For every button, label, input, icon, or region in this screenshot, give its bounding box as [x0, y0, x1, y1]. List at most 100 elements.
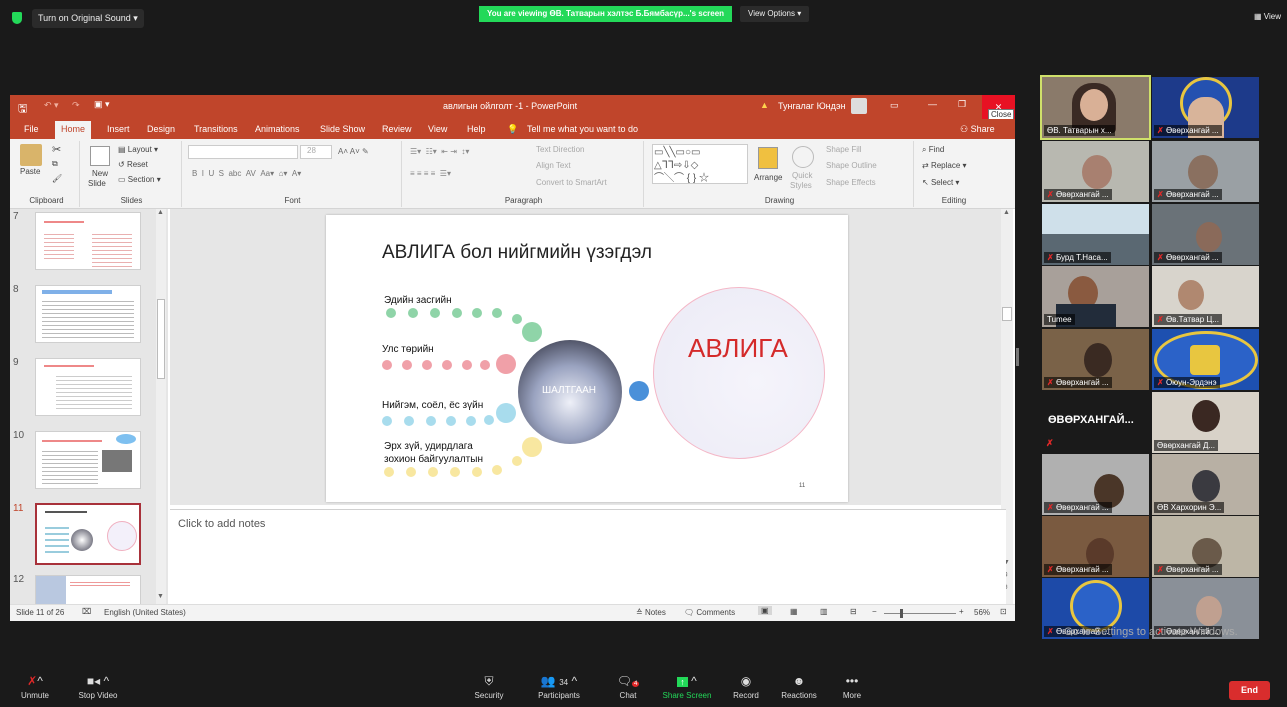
align-icons[interactable]: ≡ ≡ ≡ ≡ ☰▾ — [410, 169, 451, 178]
tab-transitions[interactable]: Transitions — [194, 124, 238, 134]
unmute-button[interactable]: ✗^ Unmute — [14, 674, 56, 700]
shape-effects-button[interactable]: Shape Effects — [826, 178, 876, 187]
zoom-in-icon[interactable]: + — [959, 607, 964, 616]
list-icons[interactable]: ☰▾ ☷▾ ⇤ ⇥ ↕▾ — [410, 147, 469, 156]
more-button[interactable]: ••• More — [838, 674, 866, 700]
participant-tile[interactable]: Tumee — [1042, 266, 1149, 327]
select-button[interactable]: ↖ Select ▾ — [922, 178, 959, 187]
shapes-gallery[interactable]: ▭╲╲▭○▭ △ᒣᒣ⇨⇩◇ ⌒╲⌒ { } ☆ — [652, 144, 748, 184]
reset-button[interactable]: ↺ Reset — [118, 160, 148, 169]
participant-tile[interactable]: ✗ Өвөрхангай ... — [1152, 204, 1259, 265]
tab-insert[interactable]: Insert — [107, 124, 130, 134]
security-button[interactable]: ⛨ Security — [470, 674, 508, 700]
minimize-icon[interactable]: — — [928, 99, 937, 109]
maximize-icon[interactable]: ❐ — [958, 99, 966, 110]
scroll-up-icon[interactable]: ▲ — [157, 209, 164, 216]
slide-thumbnail-active[interactable] — [35, 503, 141, 565]
font-grow-icon[interactable]: A˄ A˅ ✎ — [338, 147, 369, 156]
participant-tile[interactable]: ✗ Өвөрхангай ... — [1042, 329, 1149, 390]
share-button[interactable]: ⚇ Share — [960, 124, 995, 135]
format-painter-icon[interactable]: 🖌 — [52, 174, 62, 183]
participant-tile[interactable]: Өвөрхангай Д... — [1152, 392, 1259, 453]
slide-thumbnail[interactable] — [35, 285, 141, 343]
tab-review[interactable]: Review — [382, 124, 412, 134]
copy-icon[interactable]: ⧉ — [52, 159, 58, 169]
tab-slide-show[interactable]: Slide Show — [320, 124, 365, 134]
tell-me-input[interactable]: Tell me what you want to do — [527, 124, 638, 134]
section-button[interactable]: ▭ Section ▾ — [118, 175, 161, 184]
cause-social[interactable]: Нийгэм, соёл, ёс зүйн — [382, 400, 483, 411]
new-slide-button[interactable]: Slide — [88, 179, 106, 188]
tab-file[interactable]: File — [24, 124, 39, 134]
view-button[interactable]: ▦ View — [1254, 12, 1281, 21]
slide-sorter-icon[interactable]: ▦ — [790, 607, 798, 616]
spellcheck-icon[interactable]: ⌧ — [82, 607, 91, 616]
stop-video-button[interactable]: ■◂ ^ Stop Video — [74, 674, 122, 700]
cause-label[interactable]: ШАЛТГААН — [542, 385, 596, 396]
cause-legal-2[interactable]: зохион байгуулалтын — [384, 454, 483, 465]
undo-icon[interactable]: ↶ ▾ — [44, 100, 59, 111]
font-format-icons[interactable]: B I U S abc AV Aa▾ ⌂▾ A▾ — [192, 169, 301, 178]
language-status[interactable]: English (United States) — [104, 608, 186, 617]
slide-thumbnails[interactable]: 7 8 9 10 11 12 — [10, 209, 168, 604]
arrange-icon[interactable] — [758, 147, 778, 169]
end-meeting-button[interactable]: End — [1229, 681, 1270, 700]
participant-tile[interactable]: ✗ Өвөрхангай ... — [1152, 516, 1259, 577]
zoom-out-icon[interactable]: − — [872, 607, 877, 616]
scroll-down-icon[interactable]: ▼ — [157, 593, 164, 600]
replace-button[interactable]: ⇄ Replace ▾ — [922, 161, 967, 170]
corruption-circle[interactable] — [653, 287, 825, 459]
participant-tile[interactable]: ✗ Өвөрхангай ... — [1042, 516, 1149, 577]
zoom-slider-thumb[interactable] — [900, 609, 903, 618]
scroll-up-icon[interactable]: ▲ — [1003, 209, 1010, 216]
new-slide-icon[interactable] — [90, 146, 110, 166]
convert-smartart-button[interactable]: Convert to SmartArt — [536, 178, 607, 187]
corruption-label[interactable]: АВЛИГА — [688, 333, 788, 364]
tab-design[interactable]: Design — [147, 124, 175, 134]
slide-thumbnail[interactable] — [35, 358, 141, 416]
participant-tile[interactable]: ӨВ Хархорин Э... — [1152, 454, 1259, 515]
layout-button[interactable]: ▤ Layout ▾ — [118, 145, 158, 154]
normal-view-icon[interactable]: ▣ — [758, 606, 772, 615]
participant-tile[interactable]: ✗ Бурд Т.Наса... — [1042, 204, 1149, 265]
participant-tile[interactable]: ✗ Өвөрхангай ... — [1152, 77, 1259, 138]
share-screen-button[interactable]: ↑ ^ Share Screen — [662, 674, 712, 700]
cause-economic[interactable]: Эдийн засгийн — [384, 295, 452, 306]
participant-tile[interactable]: ✗ Өвөрхангай ... — [1152, 141, 1259, 202]
slide-thumbnail[interactable] — [35, 431, 141, 489]
current-slide[interactable]: АВЛИГА бол нийгмийн үзэгдэл Эдийн засгий… — [326, 215, 848, 502]
reading-view-icon[interactable]: ▥ — [820, 607, 828, 616]
participants-button[interactable]: 👥 34 ^ Participants — [536, 674, 582, 700]
notes-placeholder[interactable]: Click to add notes — [178, 518, 265, 530]
original-sound-button[interactable]: Turn on Original Sound ▾ — [32, 9, 144, 28]
participant-tile[interactable]: ӨВӨРХАНГАЙ... ✗ — [1042, 392, 1149, 453]
split-handle[interactable] — [1016, 348, 1019, 366]
shape-outline-button[interactable]: Shape Outline — [826, 161, 877, 170]
record-button[interactable]: ◉ Record — [730, 674, 762, 700]
notes-toggle[interactable]: ≙ Notes — [636, 608, 666, 617]
comments-toggle[interactable]: 🗨 Comments — [684, 608, 735, 617]
avatar[interactable] — [851, 98, 867, 114]
font-name-input[interactable] — [188, 145, 298, 159]
notes-pane[interactable]: Click to add notes — [170, 509, 1006, 604]
shape-fill-button[interactable]: Shape Fill — [826, 145, 862, 154]
tab-help[interactable]: Help — [467, 124, 486, 134]
participant-tile[interactable]: ✗ Оюун-Эрдэнэ — [1152, 329, 1259, 390]
user-name[interactable]: Тунгалаг Юндэн — [778, 101, 846, 111]
paste-button[interactable]: Paste — [20, 167, 40, 176]
scroll-thumb[interactable] — [1002, 307, 1012, 321]
align-text-button[interactable]: Align Text — [536, 161, 571, 170]
find-button[interactable]: ⌕ Find — [922, 145, 944, 155]
reactions-button[interactable]: ☻ Reactions — [780, 674, 818, 700]
slideshow-icon[interactable]: ⊟ — [850, 607, 857, 616]
slide-thumbnail[interactable] — [35, 212, 141, 270]
participant-tile[interactable]: ✗ Өвөрхангай ... — [1042, 141, 1149, 202]
cause-legal-1[interactable]: Эрх зүй, удирдлага — [384, 441, 473, 452]
chat-button[interactable]: 🗨 4 Chat — [614, 674, 642, 700]
slide-title[interactable]: АВЛИГА бол нийгмийн үзэгдэл — [382, 242, 652, 264]
tab-home[interactable]: Home — [55, 121, 92, 139]
thumbnail-scrollbar[interactable]: ▲ ▼ — [156, 209, 166, 604]
arrange-button[interactable]: Arrange — [754, 173, 782, 182]
cut-icon[interactable]: ✂ — [52, 143, 61, 156]
quick-styles-button[interactable]: Styles — [790, 181, 812, 190]
